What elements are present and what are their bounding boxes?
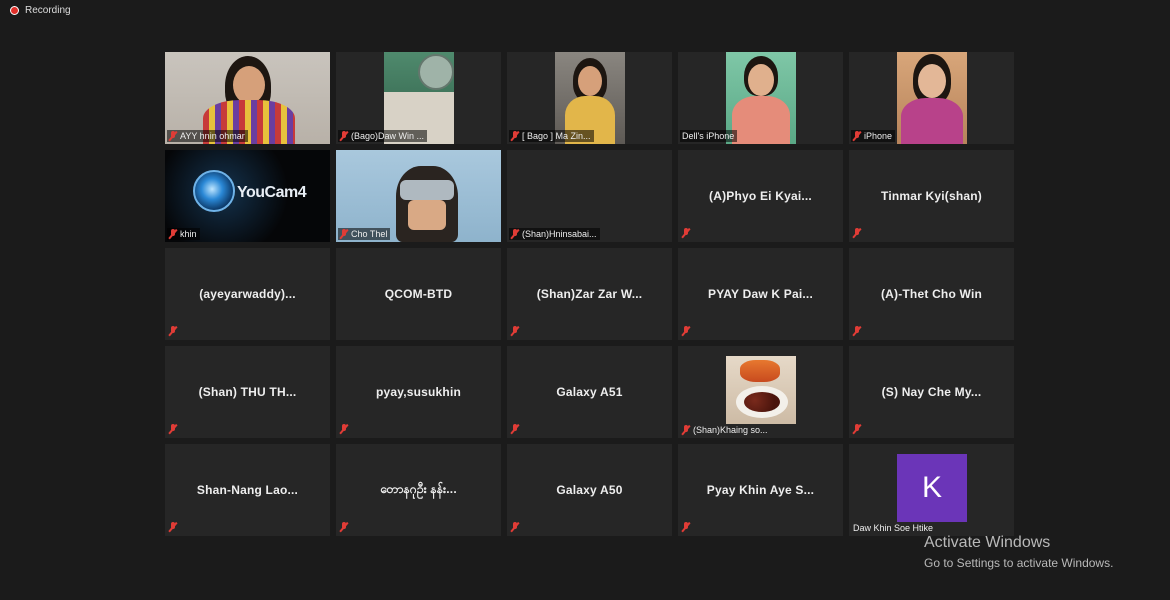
participant-label: [ Bago ] Ma Zin... bbox=[509, 130, 594, 142]
participant-name: Cho Thel bbox=[351, 229, 388, 239]
participant-name: Pyay Khin Aye S... bbox=[706, 483, 815, 497]
muted-mic-icon bbox=[853, 228, 861, 238]
watermark-title: Activate Windows bbox=[924, 534, 1051, 551]
participant-label: (Shan)Hninsabai... bbox=[509, 228, 600, 240]
participant-label: Dell's iPhone bbox=[680, 130, 738, 142]
participant-tile[interactable]: Shan-Nang Lao... bbox=[165, 444, 330, 536]
participant-avatar: K bbox=[897, 454, 967, 522]
muted-mic-icon bbox=[682, 522, 690, 532]
participant-label: (Shan)Khaing so... bbox=[680, 424, 771, 436]
participant-name: (Shan) THU TH... bbox=[198, 385, 297, 399]
participant-name: (Bago)Daw Win ... bbox=[351, 131, 425, 141]
participant-tile[interactable]: (A)-Thet Cho Win bbox=[849, 248, 1014, 340]
participant-name: (ayeyarwaddy)... bbox=[199, 287, 296, 301]
participant-name: (A)-Thet Cho Win bbox=[880, 287, 983, 301]
participant-name: (Shan)Hninsabai... bbox=[522, 229, 597, 239]
participant-video bbox=[897, 52, 967, 144]
muted-mic-icon bbox=[169, 131, 177, 141]
participant-name: iPhone bbox=[864, 131, 893, 141]
participant-tile[interactable]: QCOM-BTD bbox=[336, 248, 501, 340]
muted-mic-icon bbox=[340, 229, 348, 239]
participant-name: (Shan)Zar Zar W... bbox=[536, 287, 643, 301]
muted-mic-icon bbox=[682, 326, 690, 336]
participant-tile[interactable]: [ Bago ] Ma Zin... bbox=[507, 52, 672, 144]
participant-name: QCOM-BTD bbox=[384, 287, 453, 301]
participant-tile[interactable]: (Shan)Khaing so... bbox=[678, 346, 843, 438]
participant-name: (A)Phyo Ei Kyai... bbox=[709, 189, 812, 203]
participant-name: [ Bago ] Ma Zin... bbox=[522, 131, 591, 141]
participant-tile[interactable]: တောနဂုဦး နန်း... bbox=[336, 444, 501, 536]
participant-name: (S) Nay Che My... bbox=[881, 385, 982, 399]
participant-tile[interactable]: PYAY Daw K Pai... bbox=[678, 248, 843, 340]
participant-name: PYAY Daw K Pai... bbox=[707, 287, 813, 301]
participant-tile-active[interactable]: K Daw Khin Soe Htike bbox=[849, 444, 1014, 536]
recording-dot-icon bbox=[10, 5, 19, 15]
participant-tile[interactable]: YouCam4 khin bbox=[165, 150, 330, 242]
participant-tile[interactable]: (Shan)Zar Zar W... bbox=[507, 248, 672, 340]
muted-mic-icon bbox=[511, 522, 519, 532]
participant-label: iPhone bbox=[851, 130, 896, 142]
participant-tile[interactable]: (Bago)Daw Win ... bbox=[336, 52, 501, 144]
participant-tile[interactable]: Galaxy A51 bbox=[507, 346, 672, 438]
participant-tile[interactable]: AYY hnin ohmar bbox=[165, 52, 330, 144]
avatar-letter: K bbox=[921, 471, 942, 504]
participant-tile[interactable]: iPhone bbox=[849, 52, 1014, 144]
participant-tile[interactable]: Galaxy A50 bbox=[507, 444, 672, 536]
participant-name: Galaxy A51 bbox=[556, 385, 623, 399]
participant-tile[interactable]: (Shan)Hninsabai... bbox=[507, 150, 672, 242]
muted-mic-icon bbox=[340, 424, 348, 434]
muted-mic-icon bbox=[511, 424, 519, 434]
muted-mic-icon bbox=[511, 229, 519, 239]
participant-name: (Shan)Khaing so... bbox=[693, 425, 768, 435]
muted-mic-icon bbox=[169, 522, 177, 532]
muted-mic-icon bbox=[169, 229, 177, 239]
participant-name: khin bbox=[180, 229, 197, 239]
youcam-logo-text: YouCam4 bbox=[237, 184, 307, 201]
muted-mic-icon bbox=[511, 131, 519, 141]
participant-tile[interactable]: Dell's iPhone bbox=[678, 52, 843, 144]
participant-label: Cho Thel bbox=[338, 228, 391, 240]
participant-name: Daw Khin Soe Htike bbox=[853, 523, 934, 533]
participant-tile[interactable]: (S) Nay Che My... bbox=[849, 346, 1014, 438]
participant-name: pyay,susukhin bbox=[375, 385, 462, 399]
participant-tile[interactable]: (Shan) THU TH... bbox=[165, 346, 330, 438]
windows-activation-watermark: Activate Windows Go to Settings to activ… bbox=[924, 534, 1113, 570]
participant-name: AYY hnin ohmar bbox=[180, 131, 245, 141]
muted-mic-icon bbox=[169, 326, 177, 336]
muted-mic-icon bbox=[853, 424, 861, 434]
recording-indicator: Recording bbox=[10, 3, 71, 17]
participant-tile[interactable]: (A)Phyo Ei Kyai... bbox=[678, 150, 843, 242]
muted-mic-icon bbox=[682, 228, 690, 238]
muted-mic-icon bbox=[340, 522, 348, 532]
participant-tile[interactable]: Pyay Khin Aye S... bbox=[678, 444, 843, 536]
participant-tile[interactable]: Cho Thel bbox=[336, 150, 501, 242]
participant-label: khin bbox=[167, 228, 200, 240]
participant-name: တောနဂုဦး နန်း... bbox=[380, 482, 457, 496]
participant-label: (Bago)Daw Win ... bbox=[338, 130, 428, 142]
recording-label: Recording bbox=[25, 4, 71, 16]
participant-profile-picture bbox=[726, 356, 796, 424]
muted-mic-icon bbox=[853, 131, 861, 141]
webcam-icon bbox=[193, 170, 235, 212]
participant-tile[interactable]: Tinmar Kyi(shan) bbox=[849, 150, 1014, 242]
participant-tile[interactable]: (ayeyarwaddy)... bbox=[165, 248, 330, 340]
muted-mic-icon bbox=[682, 425, 690, 435]
participant-label: Daw Khin Soe Htike bbox=[851, 522, 936, 534]
participant-name: Galaxy A50 bbox=[556, 483, 623, 497]
participant-label: AYY hnin ohmar bbox=[167, 130, 248, 142]
participant-name: Dell's iPhone bbox=[682, 131, 735, 141]
watermark-subtitle: Go to Settings to activate Windows. bbox=[924, 556, 1114, 570]
participant-name: Shan-Nang Lao... bbox=[196, 483, 299, 497]
muted-mic-icon bbox=[853, 326, 861, 336]
muted-mic-icon bbox=[169, 424, 177, 434]
participant-grid: AYY hnin ohmar (Bago)Daw Win ... [ Bago … bbox=[165, 52, 1014, 539]
participant-tile[interactable]: pyay,susukhin bbox=[336, 346, 501, 438]
muted-mic-icon bbox=[340, 131, 348, 141]
muted-mic-icon bbox=[511, 326, 519, 336]
participant-name: Tinmar Kyi(shan) bbox=[881, 189, 982, 203]
